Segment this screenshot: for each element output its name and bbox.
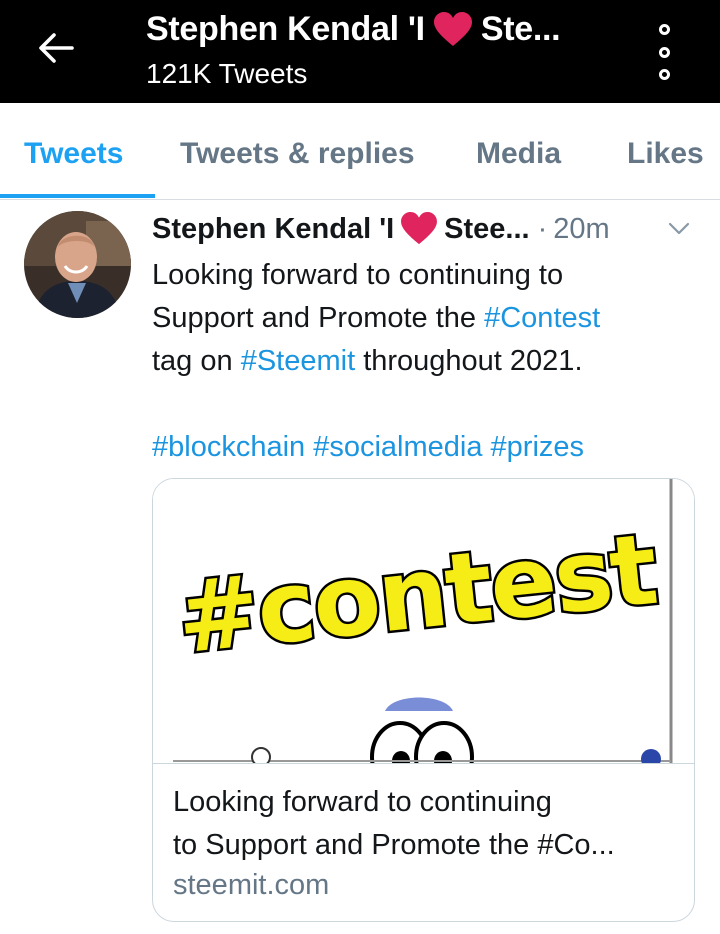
tab-tweets[interactable]: Tweets <box>24 137 123 171</box>
tweet-text: Looking forward to continuing to Support… <box>152 254 697 469</box>
chevron-down-icon[interactable] <box>668 222 690 236</box>
profile-tabs: Tweets Tweets & replies Media Likes <box>0 103 720 200</box>
tweet-author-name[interactable]: Stephen Kendal 'I Stee... <box>152 212 530 246</box>
avatar[interactable] <box>24 211 131 318</box>
active-tab-indicator <box>0 194 155 198</box>
tweet-text-line: Support and Promote the #Contest <box>152 302 601 334</box>
profile-header: Stephen Kendal 'I Ste... 121K Tweets <box>0 0 720 103</box>
separator-dot: · <box>537 212 548 245</box>
tweet-text-line: tag on #Steemit throughout 2021. <box>152 345 583 377</box>
arrow-left-icon[interactable] <box>34 26 78 70</box>
card-divider <box>153 763 694 764</box>
tab-tweets-replies[interactable]: Tweets & replies <box>180 137 415 171</box>
tweet-count: 121K Tweets <box>146 58 308 89</box>
red-heart-icon <box>401 212 438 245</box>
tab-media[interactable]: Media <box>476 137 561 171</box>
overflow-menu-icon[interactable] <box>652 24 676 80</box>
hashtag-link[interactable]: #Contest <box>484 302 600 334</box>
header-name-trail: Ste... <box>480 10 561 48</box>
red-heart-icon <box>433 11 472 46</box>
tweet-timestamp[interactable]: 20m <box>553 213 609 246</box>
card-image: #contest <box>153 479 694 763</box>
card-title: Looking forward to continuing to Support… <box>173 786 615 861</box>
card-domain: steemit.com <box>173 869 330 901</box>
hashtags-line[interactable]: #blockchain #socialmedia #prizes <box>152 426 697 469</box>
tweet-header: Stephen Kendal 'I Stee... · 20m <box>152 212 610 246</box>
header-title: Stephen Kendal 'I Ste... <box>146 10 561 49</box>
header-name: Stephen Kendal 'I <box>146 10 425 48</box>
tweet-text-line: Looking forward to continuing to <box>152 259 564 291</box>
hashtag-link[interactable]: #Steemit <box>241 345 355 377</box>
link-preview-card[interactable]: #contest Looking forward to continuing t… <box>152 478 695 922</box>
tab-likes[interactable]: Likes <box>627 137 704 171</box>
